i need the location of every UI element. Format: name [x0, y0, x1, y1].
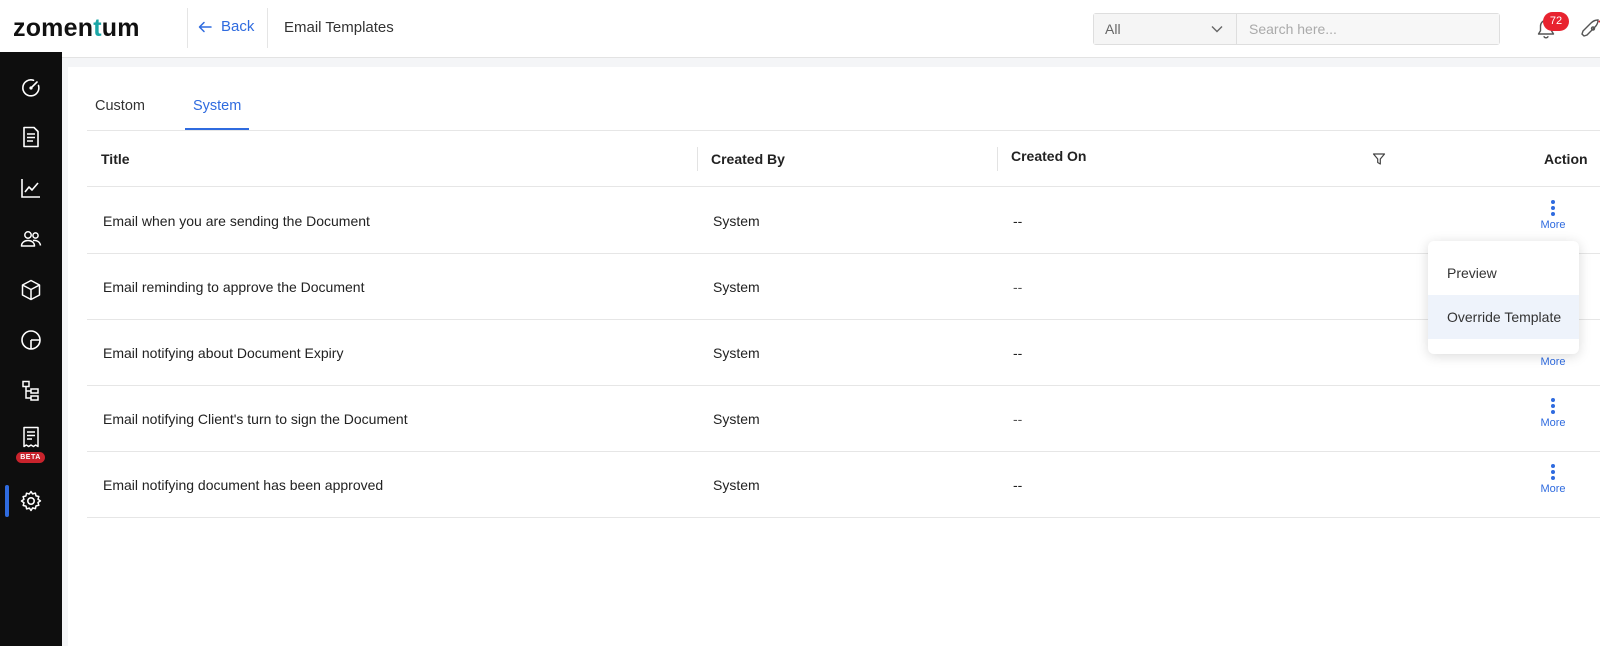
template-title: Email notifying document has been approv…: [103, 477, 384, 493]
rocket-icon[interactable]: [1580, 18, 1600, 40]
created-on-value: --: [1013, 213, 1023, 229]
search-input[interactable]: [1237, 14, 1499, 44]
column-created-on: Created On: [1011, 148, 1087, 164]
table-row[interactable]: Email notifying about Document Expiry Sy…: [87, 320, 1600, 386]
template-title: Email when you are sending the Document: [103, 213, 370, 229]
table-row[interactable]: Email reminding to approve the Document …: [87, 254, 1600, 320]
sidebar-item-dashboard[interactable]: [0, 68, 62, 108]
more-label: More: [1540, 356, 1566, 368]
created-by-value: System: [713, 345, 760, 361]
created-on-value: --: [1013, 345, 1023, 361]
global-search: All: [1093, 13, 1500, 45]
more-actions-button[interactable]: More: [1537, 398, 1569, 438]
column-created-by: Created By: [711, 151, 785, 167]
contacts-group-icon: [20, 231, 42, 247]
notification-count-badge: 72: [1543, 12, 1569, 31]
table-row[interactable]: Email notifying Client's turn to sign th…: [87, 386, 1600, 452]
more-label: More: [1540, 417, 1566, 429]
sidebar-item-workflows[interactable]: [0, 371, 62, 411]
tab-system[interactable]: System: [184, 90, 250, 130]
sidebar-item-products[interactable]: [0, 270, 62, 310]
invoice-receipt-icon: [23, 426, 39, 448]
menu-item-preview[interactable]: Preview: [1428, 251, 1579, 295]
template-title: Email notifying about Document Expiry: [103, 345, 344, 361]
product-box-icon: [21, 279, 41, 301]
header-divider: [187, 8, 188, 48]
arrow-left-icon: [198, 21, 212, 32]
created-by-value: System: [713, 279, 760, 295]
zomentum-logo[interactable]: zomentum: [13, 14, 140, 43]
created-on-value: --: [1013, 477, 1023, 493]
header-divider: [267, 8, 268, 48]
more-label: More: [1540, 483, 1566, 495]
more-actions-button[interactable]: More: [1537, 464, 1569, 504]
table-header: Title Created By Created On Action: [87, 131, 1600, 187]
table-row[interactable]: Email when you are sending the Document …: [87, 188, 1600, 254]
vertical-dots-icon: [1551, 398, 1555, 414]
row-actions-menu: Preview Override Template: [1428, 241, 1579, 354]
page-title: Email Templates: [284, 19, 394, 36]
filter-icon[interactable]: [1372, 152, 1386, 166]
chevron-down-icon: [1211, 26, 1223, 33]
document-icon: [23, 126, 39, 148]
created-on-value: --: [1013, 411, 1023, 427]
sidebar: BETA: [0, 52, 62, 646]
reports-pie-icon: [21, 330, 41, 350]
vertical-dots-icon: [1551, 464, 1555, 480]
column-separator: [997, 147, 998, 171]
template-tabs: Custom System: [87, 90, 281, 130]
menu-item-override-template[interactable]: Override Template: [1428, 295, 1579, 339]
sidebar-item-analytics[interactable]: [0, 168, 62, 208]
settings-gear-icon: [20, 490, 42, 512]
beta-badge: BETA: [16, 452, 45, 463]
created-on-value: --: [1013, 279, 1023, 295]
active-indicator: [5, 485, 9, 517]
sidebar-item-reports[interactable]: [0, 320, 62, 360]
more-actions-button[interactable]: More: [1537, 200, 1569, 240]
created-by-value: System: [713, 477, 760, 493]
sidebar-item-settings[interactable]: [0, 481, 62, 521]
workflow-tree-icon: [22, 380, 39, 401]
top-bar: zomentum Back Email Templates All 72: [0, 0, 1600, 58]
template-title: Email notifying Client's turn to sign th…: [103, 411, 408, 427]
table-row[interactable]: Email notifying document has been approv…: [87, 452, 1600, 518]
sidebar-item-documents[interactable]: [0, 117, 62, 157]
vertical-dots-icon: [1551, 200, 1555, 216]
sidebar-item-contacts[interactable]: [0, 219, 62, 259]
created-by-value: System: [713, 411, 760, 427]
column-action: Action: [1544, 151, 1588, 167]
created-by-value: System: [713, 213, 760, 229]
column-separator: [697, 147, 698, 171]
tab-custom[interactable]: Custom: [87, 90, 153, 130]
back-button[interactable]: Back: [197, 18, 254, 35]
back-label: Back: [221, 18, 255, 35]
more-label: More: [1540, 219, 1566, 231]
analytics-chart-icon: [21, 179, 40, 198]
dashboard-gauge-icon: [22, 79, 40, 97]
search-scope-value: All: [1105, 21, 1121, 37]
search-scope-select[interactable]: All: [1094, 14, 1237, 44]
column-title: Title: [101, 151, 130, 167]
template-title: Email reminding to approve the Document: [103, 279, 365, 295]
sidebar-item-invoices[interactable]: [0, 417, 62, 457]
